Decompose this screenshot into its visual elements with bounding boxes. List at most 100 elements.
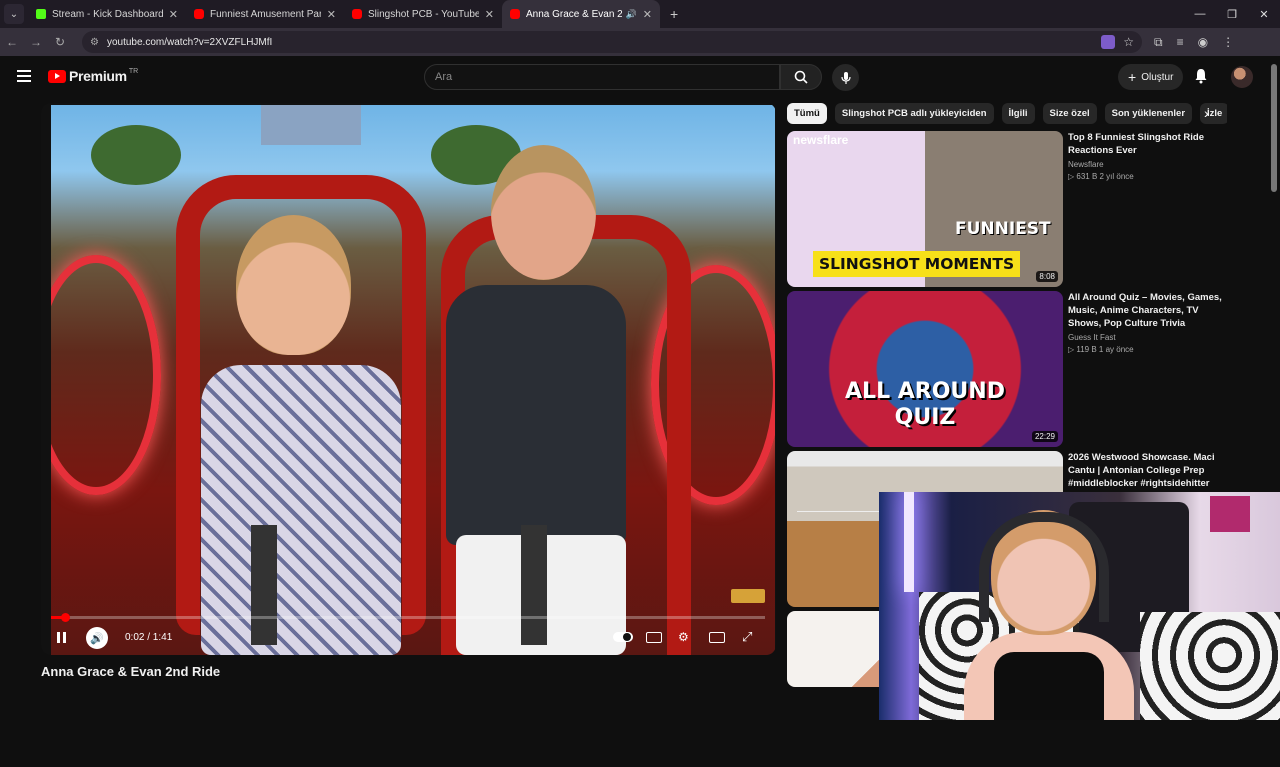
plus-icon: +: [1128, 69, 1137, 85]
logo-country: TR: [128, 67, 139, 75]
profile-icon[interactable]: ◉: [1198, 35, 1208, 50]
thumbnail-text: QUIZ: [894, 405, 956, 430]
browser-menu-icon[interactable]: ⋮: [1222, 35, 1234, 50]
pause-button[interactable]: [55, 627, 67, 647]
window-controls: — ❐ ✕: [1184, 0, 1280, 28]
create-label: Oluştur: [1141, 71, 1174, 83]
recommendation-item[interactable]: ALL AROUND QUIZ 22:29 All Around Quiz – …: [787, 291, 1227, 447]
close-tab-icon[interactable]: ✕: [485, 8, 494, 21]
progress-bar[interactable]: [51, 613, 765, 622]
site-info-icon[interactable]: ⚙: [90, 37, 99, 48]
scrollbar-thumb[interactable]: [1271, 64, 1277, 192]
view-meta: ▷ 119 B 1 ay önce: [1068, 345, 1134, 354]
youtube-play-icon: [48, 69, 66, 83]
video-title: Anna Grace & Evan 2nd Ride: [41, 664, 221, 679]
recommendation-title[interactable]: Top 8 Funniest Slingshot Ride Reactions …: [1068, 131, 1228, 157]
chevron-right-icon[interactable]: ›: [1204, 105, 1209, 121]
duration-badge: 22:29: [1031, 431, 1058, 442]
create-button[interactable]: + Oluştur: [1118, 64, 1184, 90]
webcam-scenery: [1140, 612, 1280, 720]
chip-recent[interactable]: Son yüklenenler: [1104, 103, 1193, 124]
time-display: 0:02 / 1:41: [125, 631, 173, 643]
chip-all[interactable]: Tümü: [787, 103, 827, 124]
thumbnail-logo: newsflare: [793, 133, 849, 147]
chip-related[interactable]: İlgili: [1001, 103, 1035, 124]
back-arrow-icon[interactable]: ←: [0, 35, 24, 49]
volume-icon[interactable]: 🔊: [86, 627, 108, 649]
forward-arrow-icon[interactable]: →: [24, 35, 48, 49]
youtube-icon: [194, 9, 204, 19]
reload-icon[interactable]: ↻: [48, 35, 72, 49]
webcam-scenery: [904, 492, 914, 592]
bookmark-star-icon[interactable]: ☆: [1123, 35, 1134, 49]
search-button[interactable]: [780, 64, 822, 90]
browser-tab[interactable]: Slingshot PCB - YouTube ✕: [344, 0, 502, 28]
close-window-button[interactable]: ✕: [1248, 0, 1280, 28]
youtube-icon: [510, 9, 520, 19]
tab-title: Anna Grace & Evan 2nd Ride: [526, 8, 622, 20]
duration-badge: 8:08: [1036, 271, 1058, 282]
reading-list-icon[interactable]: ≡: [1177, 35, 1184, 50]
webcam-overlay: [879, 492, 1280, 720]
speaker-icon[interactable]: 🔊: [626, 9, 637, 20]
menu-hamburger-icon[interactable]: [17, 70, 31, 82]
youtube-logo[interactable]: Premium TR: [48, 68, 138, 84]
kick-icon: [36, 9, 46, 19]
filter-chips: Tümü Slingshot PCB adlı yükleyiciden İlg…: [787, 103, 1227, 124]
search-input[interactable]: [435, 71, 779, 83]
browser-tab-bar: ⌄ Stream - Kick Dashboard ✕ Funniest Amu…: [0, 0, 1280, 28]
extension-icon[interactable]: [1101, 35, 1116, 49]
autoplay-toggle[interactable]: [613, 632, 633, 642]
microphone-icon: [840, 71, 851, 84]
channel-name[interactable]: Newsflare: [1068, 160, 1228, 169]
url-field[interactable]: ⚙ youtube.com/watch?v=2XVZFLHJMfI ☆: [82, 31, 1142, 53]
video-light-ring: [51, 255, 161, 495]
recommendation-title[interactable]: 2026 Westwood Showcase. Maci Cantu | Ant…: [1068, 451, 1228, 490]
browser-tab[interactable]: Funniest Amusement Park Fails ✕: [186, 0, 344, 28]
view-meta: ▷ 631 B 2 yıl önce: [1068, 172, 1134, 181]
thumbnail-text: FUNNIEST: [955, 219, 1051, 239]
video-scenery: [261, 105, 361, 145]
close-tab-icon[interactable]: ✕: [169, 8, 178, 21]
restore-button[interactable]: ❐: [1216, 0, 1248, 28]
channel-name[interactable]: Guess It Fast: [1068, 333, 1228, 342]
video-rider: [201, 215, 401, 655]
youtube-header: Premium TR + Oluştur: [0, 56, 1268, 98]
recommendation-item[interactable]: newsflare FUNNIEST SLINGSHOT MOMENTS 8:0…: [787, 131, 1227, 287]
address-bar-row: ← → ↻ ⚙ youtube.com/watch?v=2XVZFLHJMfI …: [0, 28, 1280, 56]
webcam-person: [994, 652, 1104, 720]
tab-title: Slingshot PCB - YouTube: [368, 8, 479, 20]
video-frame[interactable]: [51, 105, 775, 655]
video-thumbnail[interactable]: newsflare FUNNIEST SLINGSHOT MOMENTS 8:0…: [787, 131, 1063, 287]
minimize-button[interactable]: —: [1184, 0, 1216, 28]
fullscreen-icon[interactable]: ⤢: [742, 627, 752, 647]
thumbnail-text: SLINGSHOT MOMENTS: [813, 251, 1021, 277]
notifications-bell-icon[interactable]: [1194, 68, 1208, 84]
player-controls: 🔊 0:02 / 1:41 ⚙ ⤢: [41, 623, 776, 651]
youtube-icon: [352, 9, 362, 19]
extensions-puzzle-icon[interactable]: ⧉: [1154, 35, 1163, 50]
search-box[interactable]: [424, 64, 780, 90]
subtitles-icon[interactable]: [646, 632, 662, 643]
close-tab-icon[interactable]: ✕: [643, 8, 652, 21]
tab-search-button[interactable]: ⌄: [4, 4, 24, 24]
tab-title: Stream - Kick Dashboard: [52, 8, 163, 20]
recommendation-title[interactable]: All Around Quiz – Movies, Games, Music, …: [1068, 291, 1228, 330]
webcam-scenery: [1210, 496, 1250, 532]
browser-tab[interactable]: Stream - Kick Dashboard ✕: [28, 0, 186, 28]
voice-search-button[interactable]: [832, 64, 859, 91]
account-avatar[interactable]: [1231, 66, 1253, 88]
settings-gear-icon[interactable]: ⚙: [678, 627, 689, 647]
video-thumbnail[interactable]: ALL AROUND QUIZ 22:29: [787, 291, 1063, 447]
page-scrollbar[interactable]: [1268, 56, 1280, 492]
browser-tab-active[interactable]: Anna Grace & Evan 2nd Ride 🔊 ✕: [502, 0, 660, 28]
close-tab-icon[interactable]: ✕: [327, 8, 336, 21]
video-watermark: [731, 589, 765, 603]
new-tab-button[interactable]: +: [670, 6, 678, 22]
thumbnail-text: ALL AROUND: [845, 379, 1005, 404]
video-player[interactable]: [41, 103, 776, 655]
theater-mode-icon[interactable]: [709, 632, 725, 643]
chip-from-uploader[interactable]: Slingshot PCB adlı yükleyiciden: [834, 103, 994, 124]
headphones: [979, 512, 1109, 622]
chip-for-you[interactable]: Size özel: [1042, 103, 1097, 124]
